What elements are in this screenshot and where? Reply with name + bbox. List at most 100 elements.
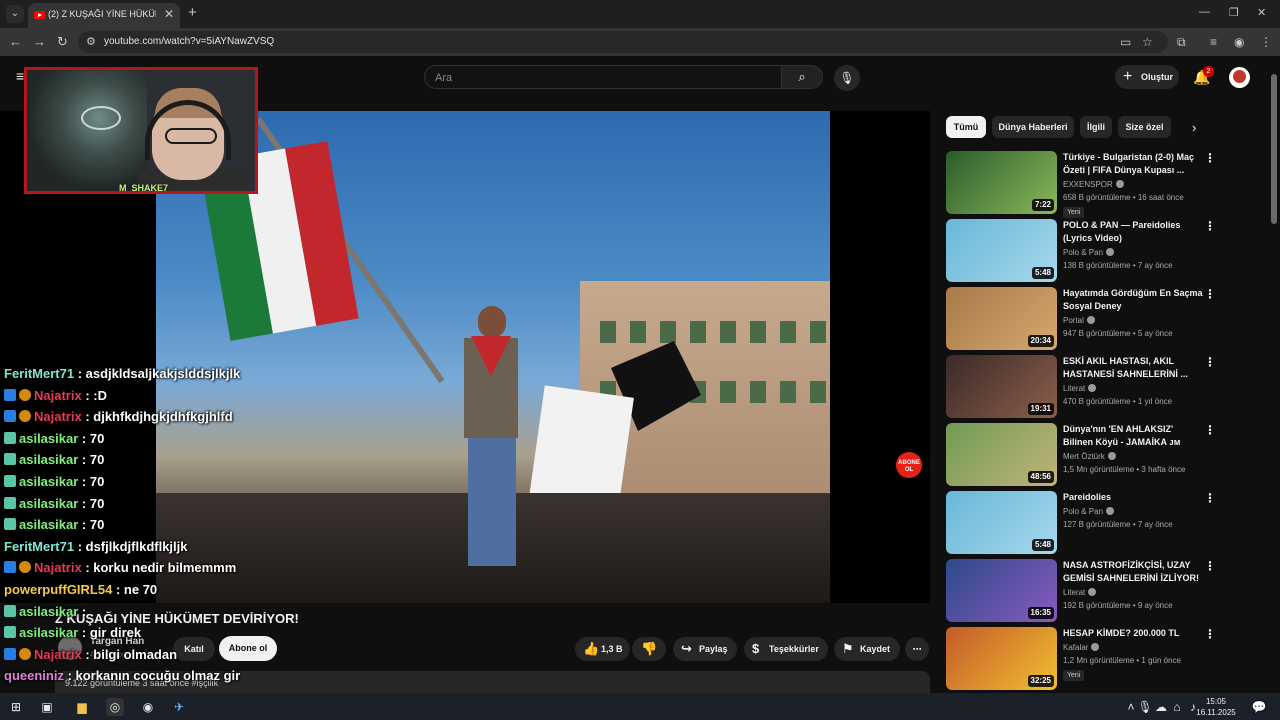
chrome-menu-icon[interactable]: ⋮ <box>1260 35 1272 49</box>
restore-icon[interactable]: ❐ <box>1229 6 1239 19</box>
recommendation-title[interactable]: Pareidolies <box>1063 491 1203 504</box>
more-options-icon[interactable]: ⋮ <box>1204 491 1216 505</box>
recommendation-thumbnail[interactable]: 19:31 <box>946 355 1057 418</box>
page-scrollbar[interactable] <box>1270 66 1278 692</box>
voice-search-button[interactable]: 🎙 <box>834 65 860 91</box>
minimize-icon[interactable]: — <box>1199 6 1210 18</box>
more-actions-button[interactable]: ⋯ <box>905 637 929 661</box>
subscribe-button[interactable]: Abone ol <box>219 636 277 661</box>
windows-start-icon[interactable]: ⊞ <box>7 698 25 716</box>
recommendation-thumbnail[interactable]: 20:34 <box>946 287 1057 350</box>
taskbar-clock[interactable]: 15:05 16.11.2025 <box>1196 696 1236 718</box>
search-input[interactable]: Ara <box>424 65 782 89</box>
recommendation-thumbnail[interactable]: 5:48 <box>946 491 1057 554</box>
chip-all[interactable]: Tümü <box>946 116 986 138</box>
search-icon: ⌕ <box>798 69 806 84</box>
recommendation-title[interactable]: Türkiye - Bulgaristan (2-0) Maç Özeti | … <box>1063 151 1203 177</box>
bookmark-star-icon[interactable]: ☆ <box>1142 35 1153 49</box>
more-options-icon[interactable]: ⋮ <box>1204 423 1216 437</box>
recommendation-item[interactable]: 5:48 POLO & PAN — Pareidolies (Lyrics Vid… <box>946 219 1266 283</box>
reading-list-icon[interactable]: ≡ <box>1210 35 1217 49</box>
recommendation-channel[interactable]: EXXENSPOR <box>1063 180 1124 189</box>
recommendation-item[interactable]: 7:22 Türkiye - Bulgaristan (2-0) Maç Özet… <box>946 151 1266 218</box>
recommendation-item[interactable]: 32:25 HESAP KİMDE? 200.000 TL Kafalar 1,2 M… <box>946 627 1266 691</box>
recommendation-thumbnail[interactable]: 48:56 <box>946 423 1057 486</box>
recommendation-item[interactable]: 5:48 Pareidolies Polo & Pan 127 B görüntüle… <box>946 491 1266 555</box>
recommendation-item[interactable]: 20:34 Hayatımda Gördüğüm En Saçma Sosyal … <box>946 287 1266 351</box>
more-options-icon[interactable]: ⋮ <box>1204 287 1216 301</box>
forward-icon[interactable]: → <box>33 34 46 49</box>
back-icon[interactable]: ← <box>9 34 22 49</box>
join-button[interactable]: Katıl <box>173 637 215 661</box>
recommendation-thumbnail[interactable]: 7:22 <box>946 151 1057 214</box>
steam-icon[interactable]: ✈ <box>170 698 188 716</box>
recommendation-channel[interactable]: Polo & Pan <box>1063 248 1115 257</box>
recommendation-channel[interactable]: Polo & Pan <box>1063 507 1115 516</box>
address-bar[interactable]: ⚙ youtube.com/watch?v=5iAYNawZVSQ <box>78 31 1168 53</box>
recommendation-channel[interactable]: Literat <box>1063 384 1097 393</box>
verified-check-icon <box>1088 384 1097 392</box>
channel-name-text: Mert Öztürk <box>1063 452 1105 461</box>
gift-badge-icon <box>4 475 16 487</box>
notification-center-icon[interactable]: 💬 <box>1250 698 1268 716</box>
new-tab-button[interactable]: + <box>188 4 197 21</box>
tab-close-icon[interactable]: ✕ <box>164 7 174 21</box>
chat-username: Najatrix <box>34 409 82 425</box>
obs-icon[interactable]: ◉ <box>139 698 157 716</box>
recommendation-title[interactable]: ESKİ AKIL HASTASI, AKIL HASTANESİ SAHNEL… <box>1063 355 1203 381</box>
profile-icon[interactable]: ◉ <box>1234 35 1244 49</box>
share-label: Paylaş <box>699 644 728 654</box>
recommendation-meta: 1,2 Mn görüntüleme • 1 gün önce <box>1063 656 1181 665</box>
chat-text: dsfjlkdjflkdflkjljk <box>85 538 188 554</box>
chevron-right-icon[interactable]: › <box>1192 120 1196 135</box>
search-button[interactable]: ⌕ <box>781 65 823 89</box>
recommendation-thumbnail[interactable]: 5:48 <box>946 219 1057 282</box>
recommendation-title[interactable]: POLO & PAN — Pareidolies (Lyrics Video) <box>1063 219 1203 245</box>
recommendation-channel[interactable]: Portal <box>1063 316 1095 325</box>
cast-icon[interactable]: ▭ <box>1120 35 1131 49</box>
dislike-button[interactable]: 👎 <box>632 637 666 661</box>
more-options-icon[interactable]: ⋮ <box>1204 151 1216 165</box>
more-options-icon[interactable]: ⋮ <box>1204 219 1216 233</box>
verified-check-icon <box>1106 248 1115 256</box>
duration-badge: 48:56 <box>1027 471 1054 483</box>
recommendation-item[interactable]: 16:35 NASA ASTROFİZİKÇİSİ, UZAY GEMİSİ SA… <box>946 559 1266 623</box>
reload-icon[interactable]: ↻ <box>57 34 68 50</box>
recommendation-channel[interactable]: Literat <box>1063 588 1097 597</box>
file-explorer-icon[interactable]: ▆ <box>73 698 91 716</box>
close-window-icon[interactable]: ✕ <box>1257 6 1266 19</box>
hamburger-menu-icon[interactable]: ≡ <box>16 68 24 84</box>
recommendation-item[interactable]: 19:31 ESKİ AKIL HASTASI, AKIL HASTANESİ S… <box>946 355 1266 419</box>
account-avatar[interactable] <box>1229 67 1250 88</box>
thanks-button[interactable]: $ Teşekkürler <box>744 637 828 661</box>
more-options-icon[interactable]: ⋮ <box>1204 627 1216 641</box>
subscribe-watermark[interactable]: ABONE OL <box>896 452 922 478</box>
more-options-icon[interactable]: ⋮ <box>1204 559 1216 573</box>
save-label: Kaydet <box>860 644 891 654</box>
tab-search-button[interactable]: ⌄ <box>6 5 24 23</box>
recommendation-title[interactable]: Hayatımda Gördüğüm En Saçma Sosyal Deney <box>1063 287 1203 313</box>
recommendation-channel[interactable]: Kafalar <box>1063 643 1100 652</box>
extensions-icon[interactable]: ⧉ <box>1177 35 1186 50</box>
recommendation-item[interactable]: 48:56 Dünya'nın 'EN AHLAKSIZ' Bilinen Köy… <box>946 423 1266 487</box>
site-info-icon[interactable]: ⚙ <box>86 35 96 48</box>
chat-message: asilasikar : gir direk <box>4 625 141 645</box>
chrome-taskbar-icon[interactable]: ◎ <box>106 698 124 716</box>
more-options-icon[interactable]: ⋮ <box>1204 355 1216 369</box>
recommendation-title[interactable]: HESAP KİMDE? 200.000 TL <box>1063 627 1203 640</box>
save-button[interactable]: ⚑ Kaydet <box>834 637 900 661</box>
recommendation-title[interactable]: NASA ASTROFİZİKÇİSİ, UZAY GEMİSİ SAHNELE… <box>1063 559 1203 585</box>
like-button[interactable]: 👍 1,3 B <box>575 637 630 661</box>
browser-tab[interactable]: (2) Z KUŞAĞI YİNE HÜKÜMET D ✕ <box>28 3 180 28</box>
recommendation-channel[interactable]: Mert Öztürk <box>1063 452 1116 461</box>
chip-related[interactable]: İlgili <box>1080 116 1112 138</box>
protester-figure <box>456 306 526 566</box>
create-button[interactable]: + Oluştur <box>1115 65 1179 89</box>
share-button[interactable]: ↪ Paylaş <box>673 637 737 661</box>
recommendation-title[interactable]: Dünya'nın 'EN AHLAKSIZ' Bilinen Köyü - J… <box>1063 423 1203 449</box>
recommendation-thumbnail[interactable]: 32:25 <box>946 627 1057 690</box>
task-view-icon[interactable]: ▣ <box>38 698 56 716</box>
chip-for-you[interactable]: Size özel <box>1118 116 1171 138</box>
chip-world-news[interactable]: Dünya Haberleri <box>992 116 1074 138</box>
recommendation-thumbnail[interactable]: 16:35 <box>946 559 1057 622</box>
